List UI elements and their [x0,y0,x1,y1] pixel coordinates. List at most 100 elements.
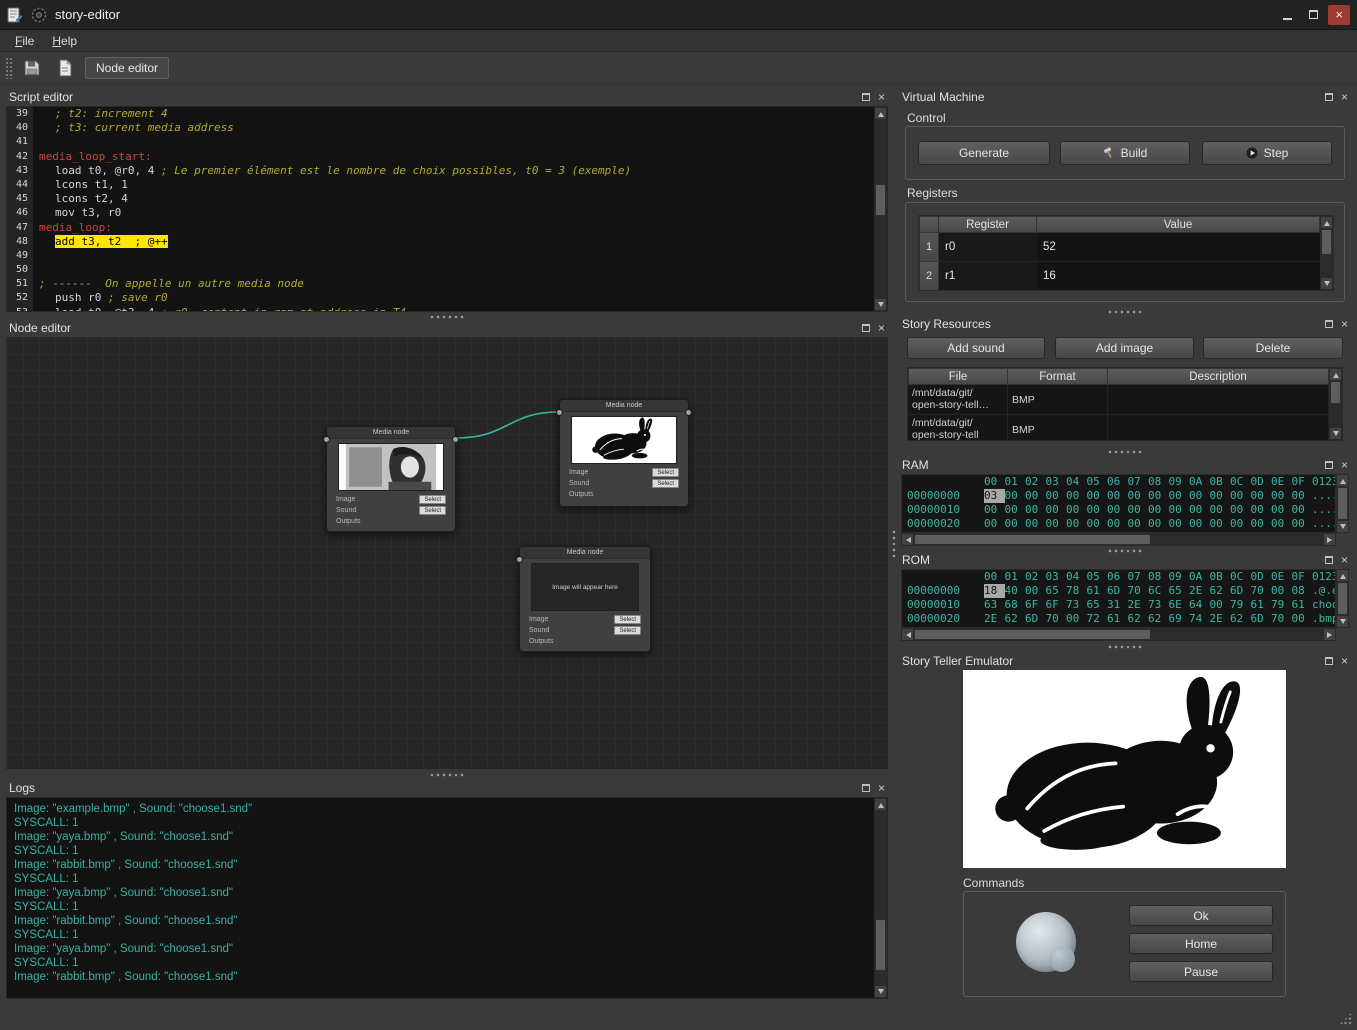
hex-byte[interactable]: 73 [1148,598,1169,612]
code-text[interactable] [33,249,874,263]
script-editor-vertical-scrollbar[interactable] [874,107,887,311]
hex-byte[interactable]: 00 [1292,489,1313,503]
hex-byte[interactable]: 00 [1292,503,1313,517]
hex-byte[interactable]: 62 [1230,612,1251,626]
add-sound-button[interactable]: Add sound [907,337,1045,359]
ok-button[interactable]: Ok [1129,905,1273,926]
hex-byte[interactable]: 70 [1271,612,1292,626]
toolbar-grip[interactable] [5,57,12,79]
scrollbar-thumb[interactable] [1321,229,1332,255]
add-image-button[interactable]: Add image [1055,337,1194,359]
scrollbar-thumb[interactable] [1337,487,1348,520]
hex-byte[interactable]: 00 [1148,517,1169,531]
hex-byte[interactable]: 69 [1169,612,1190,626]
code-text[interactable]: ; ------ On appelle un autre media node [33,277,874,291]
resources-table[interactable]: File Format Description /mnt/data/git/op… [907,367,1343,441]
hex-byte[interactable]: 63 [984,598,1005,612]
hex-byte[interactable]: 00 [1230,517,1251,531]
code-text[interactable]: add t3, t2 ; @++ [33,235,874,249]
float-panel-icon[interactable] [862,784,870,792]
code-text[interactable]: load t0, @r0, 4 ; Le premier élément est… [33,164,874,178]
close-panel-icon[interactable]: × [1341,91,1348,103]
output-port[interactable] [685,409,692,416]
node-canvas[interactable]: Media node ImageSelect SoundSelect Outpu… [6,337,888,769]
scroll-down-button[interactable] [1336,520,1349,533]
ram-vertical-scrollbar[interactable] [1336,474,1349,533]
hex-byte[interactable]: 2E [1210,612,1231,626]
hex-byte[interactable]: 6E [1169,598,1190,612]
hex-byte[interactable]: 00 [1107,489,1128,503]
float-panel-icon[interactable] [1325,461,1333,469]
hex-byte[interactable]: 65 [1087,598,1108,612]
rom-panel-titlebar[interactable]: ROM × [897,551,1353,568]
hex-byte[interactable]: 73 [1066,598,1087,612]
hex-byte[interactable]: 00 [1005,517,1026,531]
hex-byte[interactable]: 00 [984,503,1005,517]
script-editor-panel-titlebar[interactable]: Script editor × [4,88,890,105]
hex-byte[interactable]: 00 [1189,503,1210,517]
hex-byte[interactable]: 00 [1128,517,1149,531]
script-editor[interactable]: 39; t2: increment 440; t3: current media… [6,106,888,312]
hex-byte[interactable]: 03 [984,489,1005,503]
hex-byte[interactable]: 00 [1210,489,1231,503]
hex-byte[interactable]: 00 [1271,503,1292,517]
media-node-empty[interactable]: Media node Image will appear here ImageS… [519,546,651,652]
code-text[interactable] [33,263,874,277]
hex-byte[interactable]: 00 [1230,503,1251,517]
hex-byte[interactable]: 00 [1128,503,1149,517]
select-button[interactable]: Select [652,479,679,488]
hex-byte[interactable]: 31 [1107,598,1128,612]
scroll-up-button[interactable] [1320,216,1333,229]
hex-byte[interactable]: 00 [1251,489,1272,503]
build-button[interactable]: Build [1060,141,1190,165]
hex-byte[interactable]: 00 [1025,584,1046,598]
hex-byte[interactable]: 00 [1210,517,1231,531]
scroll-right-button[interactable] [1323,628,1336,641]
code-text[interactable]: lcons t1, 1 [33,178,874,192]
code-text[interactable]: media_loop: [33,221,874,235]
hex-byte[interactable]: 79 [1271,598,1292,612]
node-title[interactable]: Media node [327,427,455,439]
float-panel-icon[interactable] [1325,320,1333,328]
registers-table[interactable]: Register Value 1r0522r116 [918,215,1334,291]
scroll-up-button[interactable] [874,107,887,120]
hex-byte[interactable]: 00 [1046,517,1067,531]
hex-byte[interactable]: 6C [1148,584,1169,598]
code-text[interactable]: push r0 ; save r0 [33,291,874,305]
maximize-button[interactable] [1302,5,1324,25]
scrollbar-thumb[interactable] [1337,582,1348,615]
hex-byte[interactable]: 00 [1025,503,1046,517]
code-text[interactable]: ; t3: current media address [33,121,874,135]
scroll-up-button[interactable] [1336,474,1349,487]
hex-byte[interactable]: 00 [1189,517,1210,531]
input-port[interactable] [516,556,523,563]
ram-hex-viewer[interactable]: 000102030405060708090A0B0C0D0E0F01234567… [901,474,1336,533]
hex-byte[interactable]: 70 [1251,584,1272,598]
description-column-header[interactable]: Description [1108,368,1329,385]
hex-byte[interactable]: 40 [1005,584,1026,598]
hex-byte[interactable]: 00 [1148,489,1169,503]
minimize-button[interactable] [1276,5,1298,25]
node-title[interactable]: Media node [560,400,688,412]
scroll-up-button[interactable] [1329,368,1342,381]
hex-byte[interactable]: 62 [1210,584,1231,598]
float-panel-icon[interactable] [862,324,870,332]
float-panel-icon[interactable] [1325,657,1333,665]
hex-byte[interactable]: 61 [1087,584,1108,598]
scroll-down-button[interactable] [1320,277,1333,290]
node-title[interactable]: Media node [520,547,650,559]
scroll-left-button[interactable] [901,533,914,546]
code-text[interactable] [33,135,874,149]
scrollbar-thumb[interactable] [1330,381,1341,404]
hex-byte[interactable]: 00 [1005,489,1026,503]
close-panel-icon[interactable]: × [1341,459,1348,471]
hex-byte[interactable]: 65 [1046,584,1067,598]
select-button[interactable]: Select [419,506,446,515]
node-editor-toggle-button[interactable]: Node editor [85,57,169,79]
input-port[interactable] [323,436,330,443]
hex-byte[interactable]: 61 [1107,612,1128,626]
delete-button[interactable]: Delete [1203,337,1343,359]
close-panel-icon[interactable]: × [1341,655,1348,667]
hex-byte[interactable]: 00 [1169,517,1190,531]
log-output[interactable]: Image: "example.bmp" , Sound: "choose1.s… [6,797,888,999]
